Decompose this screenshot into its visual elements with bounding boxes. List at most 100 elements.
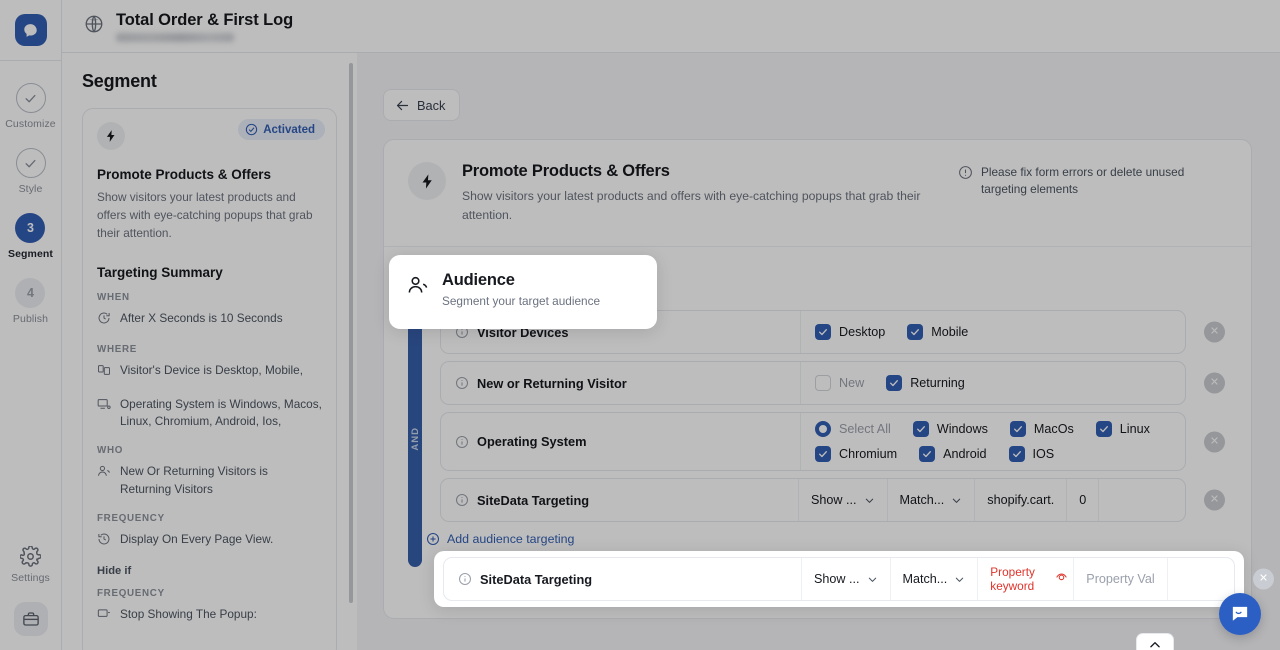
show-condition-value: Show ... xyxy=(814,572,860,586)
sidebar-item-customize[interactable]: Customize xyxy=(5,83,56,130)
info-icon xyxy=(455,435,469,448)
add-audience-targeting-link[interactable]: Add audience targeting xyxy=(426,532,1227,546)
checkbox-select-all[interactable]: Select All xyxy=(815,421,891,438)
back-button[interactable]: Back xyxy=(383,89,461,121)
property-keyword-input[interactable]: shopify.cart. xyxy=(975,479,1068,522)
checkbox-chromium[interactable]: Chromium xyxy=(815,446,898,463)
checkbox-new[interactable]: New xyxy=(815,375,865,392)
campaign-desc: Show visitors your latest products and o… xyxy=(462,189,921,222)
summary-item: Display On Every Page View. xyxy=(97,531,322,551)
sidebar-item-settings[interactable]: Settings xyxy=(11,546,50,584)
property-value-input[interactable]: 0 xyxy=(1067,479,1100,522)
checkbox-label: New xyxy=(839,376,865,391)
segment-card-title: Promote Products & Offers xyxy=(97,167,272,182)
checkbox-label: Android xyxy=(943,447,987,462)
header-text: Total Order & First Log xyxy=(116,11,293,42)
rail-divider xyxy=(0,60,62,61)
campaign-card: Promote Products & Offers Show visitors … xyxy=(383,139,1252,619)
summary-item: Operating System is Windows, Macos, Linu… xyxy=(97,396,322,431)
table-row[interactable]: SiteData Targeting Show ... Match... sho… xyxy=(440,478,1225,523)
rail-bottom: Settings xyxy=(0,546,61,650)
summary-item: Visitor's Device is Desktop, Mobile, xyxy=(97,362,322,382)
timer-icon xyxy=(97,311,111,330)
chat-bubble-logo[interactable] xyxy=(14,14,47,46)
checkbox-android[interactable]: Android xyxy=(919,446,987,463)
summary-item-text: Display On Every Page View. xyxy=(120,531,274,546)
remove-row-button[interactable]: ✕ xyxy=(1204,372,1225,394)
checkbox-box xyxy=(912,421,929,438)
and-operator-bar[interactable]: AND xyxy=(408,310,422,568)
checkbox-box xyxy=(815,375,831,392)
sidebar-item-segment[interactable]: 3 Segment xyxy=(8,213,53,260)
step-marker-4: 4 xyxy=(15,278,46,308)
remove-row-button[interactable]: ✕ xyxy=(1253,568,1274,590)
match-type-select[interactable]: Match... xyxy=(888,479,976,522)
checkbox-returning[interactable]: Returning xyxy=(886,375,965,392)
segment-summary-card: Activated Promote Products & Offers Show… xyxy=(82,108,337,650)
audience-highlight-text: Audience Segment your target audience xyxy=(442,271,600,308)
show-condition-select[interactable]: Show ... xyxy=(799,479,888,522)
table-row[interactable]: New or Returning Visitor New Returning ✕ xyxy=(440,361,1225,406)
checkbox-ios[interactable]: IOS xyxy=(1008,446,1055,463)
step-list: Customize Style 3 Segment 4 Publish xyxy=(0,83,61,343)
row-label-cell: Operating System xyxy=(441,413,801,471)
match-type-value: Match... xyxy=(899,493,945,508)
add-audience-targeting-label: Add audience targeting xyxy=(447,532,575,547)
checkbox-desktop[interactable]: Desktop xyxy=(815,324,885,341)
campaign-card-text: Promote Products & Offers Show visitors … xyxy=(462,162,942,224)
table-row[interactable]: SiteData Targeting Show ... Match... Pro… xyxy=(443,557,1274,601)
summary-item-text: Visitor's Device is Desktop, Mobile, xyxy=(120,362,303,377)
monitor-icon xyxy=(97,397,111,416)
and-operator-label: AND xyxy=(409,426,421,451)
alert-circle-icon xyxy=(959,166,972,179)
collapse-panel-button[interactable] xyxy=(1136,633,1174,650)
checkbox-box xyxy=(1008,446,1025,463)
step-marker-3: 3 xyxy=(15,213,46,243)
step-label-style: Style xyxy=(18,183,43,195)
history-icon xyxy=(97,532,111,551)
plus-circle-icon xyxy=(426,533,440,546)
checkbox-macos[interactable]: MacOs xyxy=(1009,421,1074,438)
chat-widget-button[interactable] xyxy=(1219,593,1261,635)
checkbox-label: Chromium xyxy=(839,447,898,462)
table-row[interactable]: Operating System Select All Windows MacO… xyxy=(440,412,1225,472)
property-keyword-input[interactable]: Property keyword xyxy=(978,558,1075,600)
show-condition-select[interactable]: Show ... xyxy=(802,558,891,600)
group-label-frequency: FREQUENCY xyxy=(97,512,165,524)
checkbox-windows[interactable]: Windows xyxy=(912,421,988,438)
info-icon xyxy=(455,377,469,390)
property-value-input[interactable]: Property Val xyxy=(1074,558,1168,600)
remove-row-button[interactable]: ✕ xyxy=(1204,489,1225,511)
row-label-cell: SiteData Targeting xyxy=(444,558,802,600)
sidebar-item-publish[interactable]: 4 Publish xyxy=(13,278,48,325)
checkbox-mobile[interactable]: Mobile xyxy=(907,324,968,341)
briefcase-icon[interactable] xyxy=(13,602,48,636)
audience-highlight-card[interactable]: Audience Segment your target audience xyxy=(389,255,657,329)
checkbox-box xyxy=(919,446,936,463)
match-type-select[interactable]: Match... xyxy=(891,558,979,600)
row-options: Desktop Mobile xyxy=(801,316,1185,348)
left-panel-scrollbar[interactable] xyxy=(349,63,353,603)
globe-icon xyxy=(84,14,104,39)
row-label: New or Returning Visitor xyxy=(477,375,627,391)
checkbox-label: IOS xyxy=(1032,447,1055,462)
remove-row-button[interactable]: ✕ xyxy=(1204,431,1225,453)
app-header: Total Order & First Log xyxy=(62,0,1280,53)
segment-heading: Segment xyxy=(82,71,157,91)
page-title: Total Order & First Log xyxy=(116,10,294,29)
left-rail: Customize Style 3 Segment 4 Publish Sett… xyxy=(0,0,62,650)
sitedata-row-highlight[interactable]: SiteData Targeting Show ... Match... Pro… xyxy=(434,551,1274,607)
checkbox-box xyxy=(886,375,903,392)
step-label-customize: Customize xyxy=(5,118,56,130)
info-icon xyxy=(455,494,469,507)
sidebar-item-style[interactable]: Style xyxy=(15,148,46,195)
property-value-value: 0 xyxy=(1079,493,1087,508)
targeting-rows: AND Visitor Devices Desktop Mobile ✕ New… xyxy=(408,310,1227,568)
remove-row-button[interactable]: ✕ xyxy=(1204,321,1225,343)
summary-item-text: After X Seconds is 10 Seconds xyxy=(120,310,283,325)
step-label-publish: Publish xyxy=(12,313,49,325)
targeting-summary-title: Targeting Summary xyxy=(97,264,223,280)
audience-title: Audience xyxy=(442,271,515,289)
checkbox-linux[interactable]: Linux xyxy=(1095,421,1150,438)
bolt-icon xyxy=(408,162,446,200)
